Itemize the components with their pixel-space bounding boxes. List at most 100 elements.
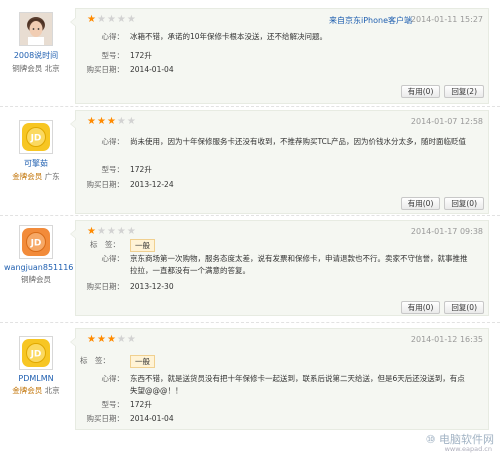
useful-button[interactable]: 有用(0) xyxy=(400,301,441,314)
star-empty-icon: ★ xyxy=(116,226,126,237)
user-location: 北京 xyxy=(44,64,60,73)
star-rating: ★ ★ ★ ★ ★ xyxy=(87,227,136,237)
star-filled-icon: ★ xyxy=(106,116,116,127)
field-value: 2014-01-04 xyxy=(130,414,174,423)
divider xyxy=(0,215,500,216)
review-content: ★ ★ ★ ★ ★ 2014-01-17 09:38 标 签： 一般 心得： 京东商场第… xyxy=(70,220,489,316)
field-label: 型号： xyxy=(101,400,125,409)
member-level: 金牌会员 xyxy=(12,172,43,181)
field-value: 172升 xyxy=(130,165,152,174)
tag-badge: 一般 xyxy=(130,355,155,368)
username-link[interactable]: wangjuan851116 xyxy=(4,263,73,272)
avatar[interactable]: JD xyxy=(19,336,53,370)
reply-button[interactable]: 回复(0) xyxy=(444,301,484,314)
review-time: 2014-01-17 09:38 xyxy=(410,227,483,236)
star-empty-icon: ★ xyxy=(106,14,116,25)
star-empty-icon: ★ xyxy=(96,14,106,25)
user-level: 铜牌会员 xyxy=(4,274,68,285)
user-level: 铜牌会员 北京 xyxy=(4,63,68,74)
star-rating: ★ ★ ★ ★ ★ xyxy=(87,117,136,127)
star-filled-icon: ★ xyxy=(96,116,106,127)
star-empty-icon: ★ xyxy=(116,334,126,345)
star-empty-icon: ★ xyxy=(96,226,106,237)
review-content: ★ ★ ★ ★ ★ 来自京东iPhone客户端 2014-01-11 15:27 心得：… xyxy=(70,8,489,104)
star-empty-icon: ★ xyxy=(126,334,136,345)
field-label: 心得： xyxy=(101,254,125,263)
client-source-link[interactable]: 来自京东iPhone客户端 xyxy=(329,15,412,26)
star-filled-icon: ★ xyxy=(87,14,96,25)
reviewer-info: JD 可擎茹 金牌会员 广东 xyxy=(4,120,68,182)
field-label: 心得： xyxy=(101,32,125,41)
member-level: 金牌会员 xyxy=(12,386,43,395)
username-link[interactable]: 2008说时间 xyxy=(4,50,68,61)
jd-avatar-icon: JD xyxy=(22,228,50,256)
star-empty-icon: ★ xyxy=(116,116,126,127)
review-content: ★ ★ ★ ★ ★ 2014-01-07 12:58 心得： 尚未使用，因为十年保修服务… xyxy=(70,110,489,214)
field-value: 尚未使用，因为十年保修服务卡还没有收到，不推荐购买TCL产品，因为价钱水分太多，… xyxy=(130,137,467,146)
field-label: 心得： xyxy=(101,137,125,146)
field-label: 购买日期： xyxy=(86,180,125,189)
field-label: 购买日期： xyxy=(86,282,125,291)
star-empty-icon: ★ xyxy=(116,14,126,25)
star-filled-icon: ★ xyxy=(87,226,96,237)
site-watermark: ⑩ 电脑软件网 www.eapad.cn xyxy=(426,431,494,453)
jd-avatar-icon: JD xyxy=(22,123,50,151)
field-value: 2013-12-30 xyxy=(130,282,174,291)
star-filled-icon: ★ xyxy=(87,334,96,345)
star-filled-icon: ★ xyxy=(106,334,116,345)
field-label: 购买日期： xyxy=(86,65,125,74)
review-time: 2014-01-11 15:27 xyxy=(410,15,483,24)
useful-button[interactable]: 有用(0) xyxy=(400,85,441,98)
star-empty-icon: ★ xyxy=(106,226,116,237)
member-level: 铜牌会员 xyxy=(12,64,43,73)
watermark-url: www.eapad.cn xyxy=(444,445,492,453)
field-value: 冰箱不错，承诺的10年保修卡根本没送，还不给解决问题。 xyxy=(130,32,328,41)
review-content: ★ ★ ★ ★ ★ 2014-01-12 16:35 标 签： 一般 心得： 东西不错，… xyxy=(70,328,489,430)
user-location: 广东 xyxy=(44,172,60,181)
field-label: 心得： xyxy=(101,374,125,383)
review-actions: 有用(0) 回复(2) xyxy=(400,85,484,98)
star-filled-icon: ★ xyxy=(87,116,96,127)
reply-button[interactable]: 回复(0) xyxy=(444,197,484,210)
star-rating: ★ ★ ★ ★ ★ xyxy=(87,15,136,25)
star-empty-icon: ★ xyxy=(126,116,136,127)
useful-button[interactable]: 有用(0) xyxy=(400,197,441,210)
field-value: 172升 xyxy=(130,51,152,60)
member-level: 铜牌会员 xyxy=(21,275,51,284)
field-value: 东西不错，就是送货员没有把十年保修卡一起送到，联系后说第二天给送，但是6天后还没… xyxy=(130,374,465,395)
divider xyxy=(0,322,500,323)
review-time: 2014-01-07 12:58 xyxy=(410,117,483,126)
svg-text:JD: JD xyxy=(30,134,42,144)
field-label: 标 签： xyxy=(90,240,120,249)
review-time: 2014-01-12 16:35 xyxy=(410,335,483,344)
reviewer-info: 2008说时间 铜牌会员 北京 xyxy=(4,12,68,74)
reviewer-info: JD PDMLMN 金牌会员 北京 xyxy=(4,336,68,396)
review-actions: 有用(0) 回复(0) xyxy=(400,197,484,210)
reviewer-info: JD wangjuan851116 铜牌会员 xyxy=(4,225,73,285)
divider xyxy=(0,106,500,107)
field-value: 2014-01-04 xyxy=(130,65,174,74)
field-value: 172升 xyxy=(130,400,152,409)
user-location: 北京 xyxy=(44,386,60,395)
star-rating: ★ ★ ★ ★ ★ xyxy=(87,335,136,345)
field-value: 2013-12-24 xyxy=(130,180,174,189)
review-actions: 有用(0) 回复(0) xyxy=(400,301,484,314)
tag-badge: 一般 xyxy=(130,239,155,252)
field-label: 购买日期： xyxy=(86,414,125,423)
username-link[interactable]: PDMLMN xyxy=(4,374,68,383)
field-value: 京东商场第一次购物，服务态度太差，说有发票和保修卡，申请退款也不行。卖家不守信誉… xyxy=(130,254,468,275)
reply-button[interactable]: 回复(2) xyxy=(444,85,484,98)
avatar[interactable] xyxy=(19,12,53,46)
username-link[interactable]: 可擎茹 xyxy=(4,158,68,169)
svg-text:JD: JD xyxy=(30,239,42,249)
jd-avatar-icon: JD xyxy=(22,339,50,367)
user-level: 金牌会员 广东 xyxy=(4,171,68,182)
svg-text:JD: JD xyxy=(30,350,42,360)
star-filled-icon: ★ xyxy=(96,334,106,345)
star-empty-icon: ★ xyxy=(126,14,136,25)
photo-avatar-icon xyxy=(20,13,52,45)
star-empty-icon: ★ xyxy=(126,226,136,237)
avatar[interactable]: JD xyxy=(19,225,53,259)
avatar[interactable]: JD xyxy=(19,120,53,154)
user-level: 金牌会员 北京 xyxy=(4,385,68,396)
